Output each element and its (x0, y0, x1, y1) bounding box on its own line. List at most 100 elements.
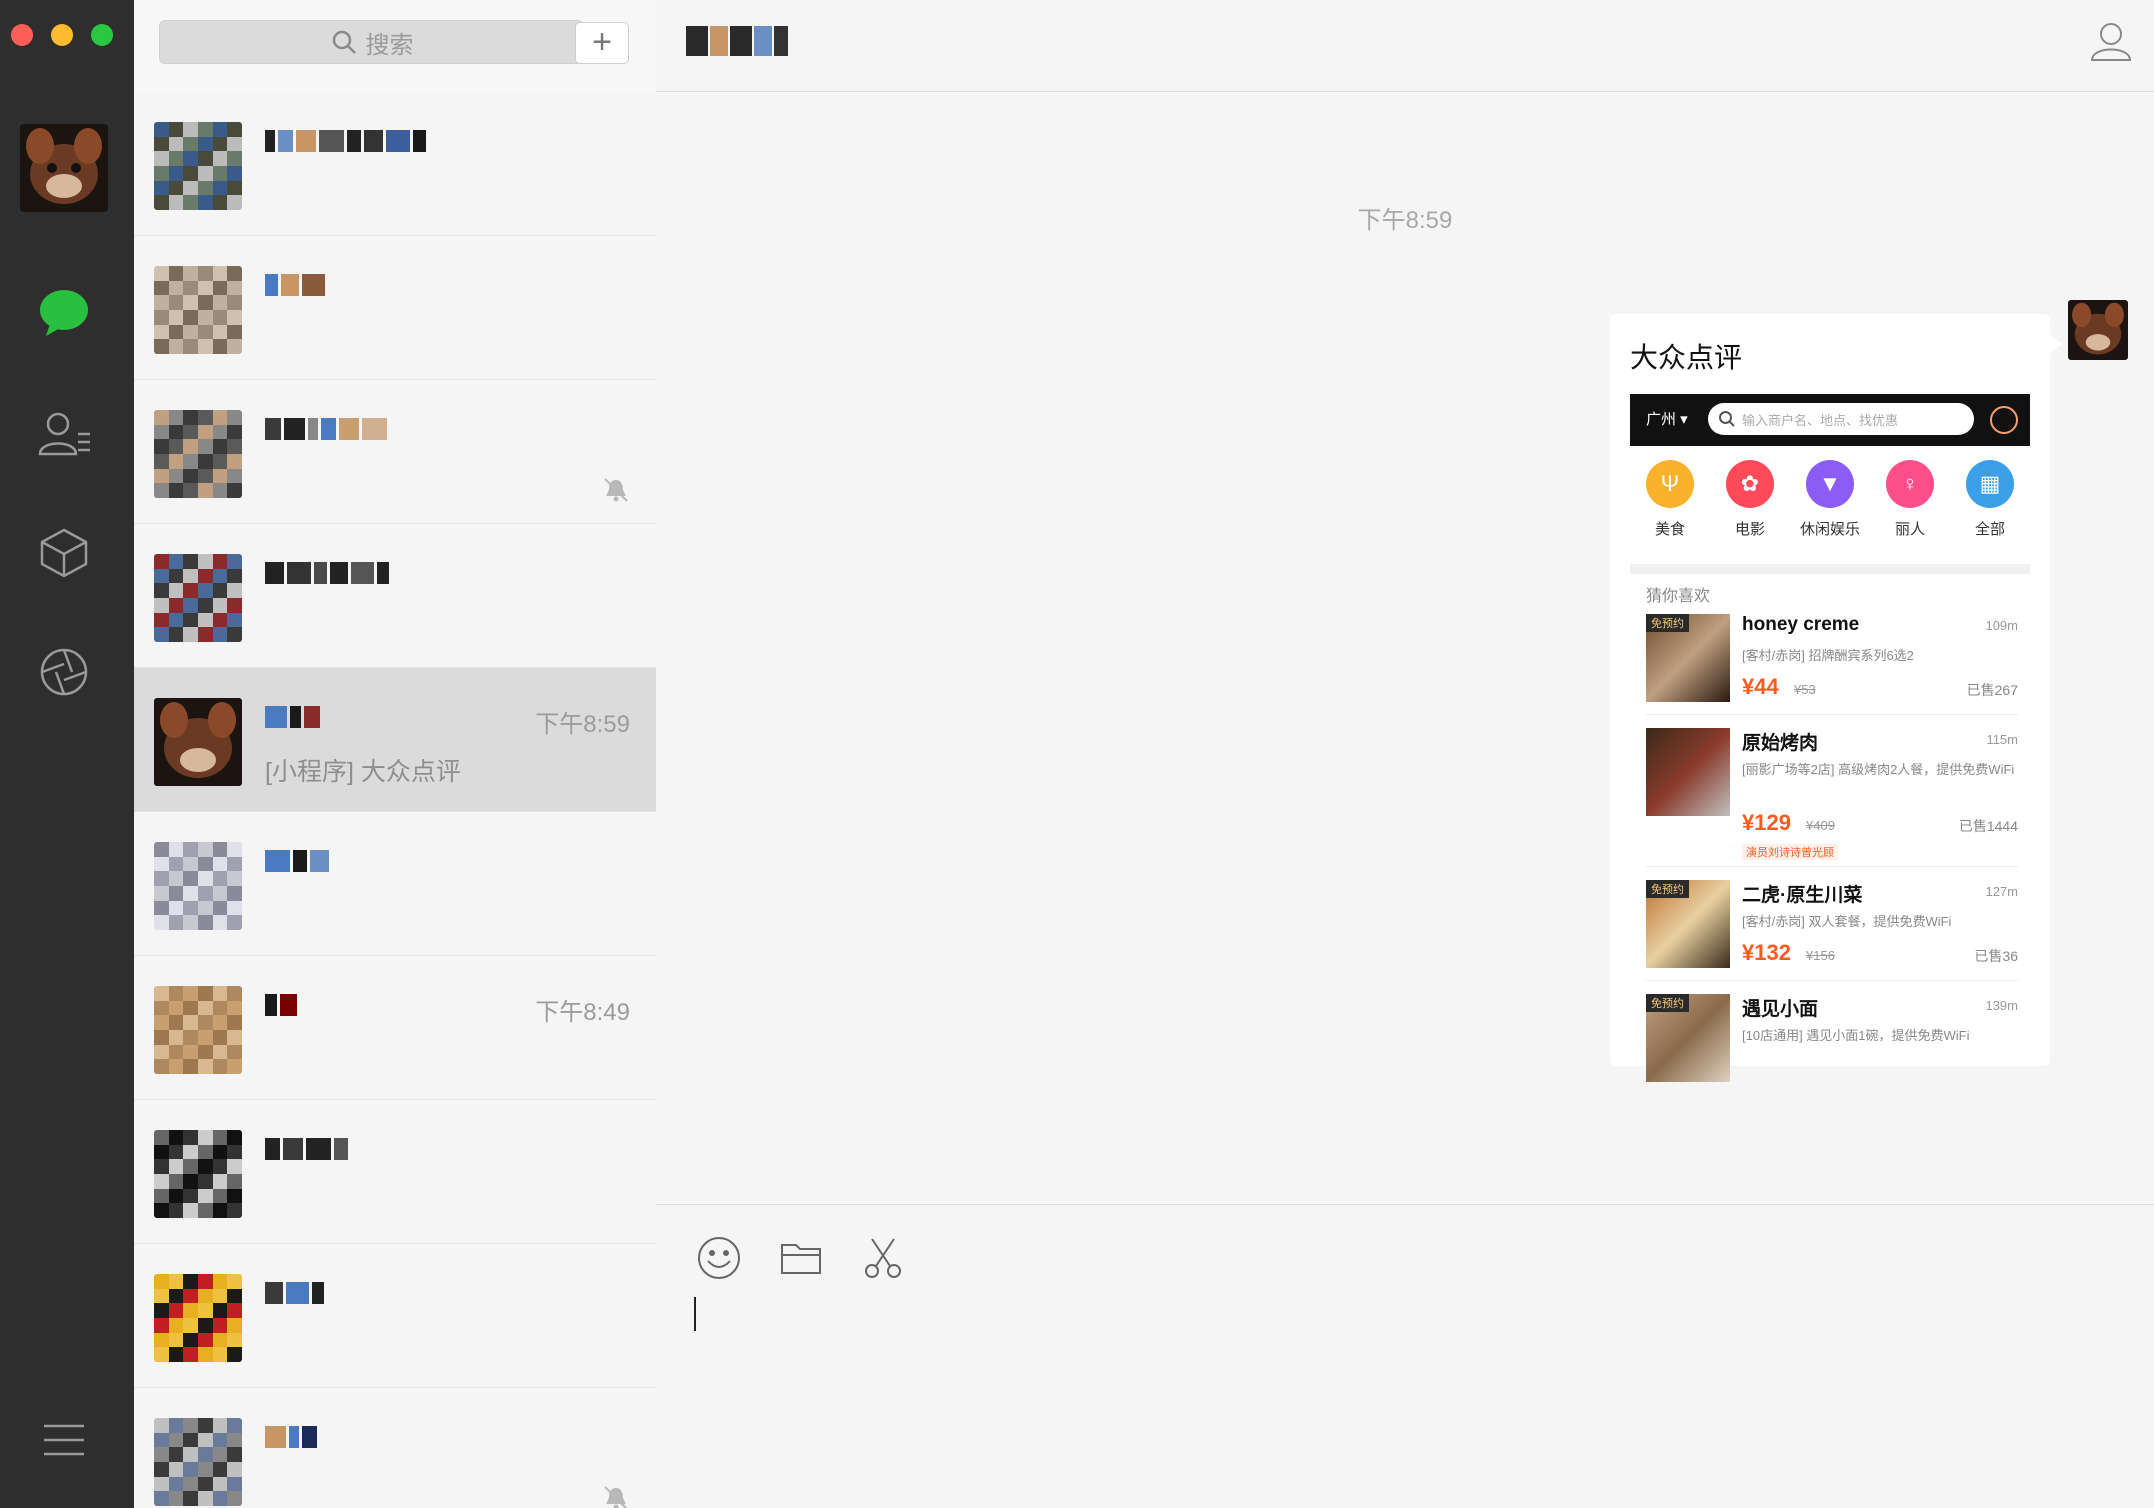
chat-list-item[interactable] (134, 1244, 656, 1388)
section-divider (1630, 564, 2030, 574)
text-input-caret[interactable] (694, 1297, 696, 1331)
mini-program-card[interactable]: 大众点评 广州 ▾ 输入商户名、地点、找优惠 Ψ 美食 ✿ 电影 ▼ 休闲娱乐 ♀ 丽人 ▦ 全部… (1610, 314, 2062, 1082)
chat-preview: [小程序] 大众点评 (265, 758, 461, 786)
card-title: 大众点评 (1630, 342, 1743, 373)
category-item[interactable]: ▦ 全部 (1952, 460, 2028, 539)
chat-name (265, 416, 387, 442)
category-label: 美食 (1654, 521, 1685, 538)
mute-bell-icon (604, 478, 628, 502)
close-window-button[interactable] (11, 24, 33, 46)
chat-time: 下午8:49 (535, 999, 630, 1026)
deal-original-price: ¥156 (1806, 948, 1835, 963)
chat-name (265, 1136, 348, 1162)
deal-badge: 免预约 (1646, 880, 1689, 898)
composer[interactable] (656, 1204, 2154, 1508)
chat-info-icon[interactable] (2088, 18, 2134, 64)
add-chat-button[interactable]: + (575, 22, 629, 64)
folder-icon[interactable] (778, 1235, 824, 1281)
sidebar-rail (0, 0, 134, 1508)
favorites-icon[interactable] (32, 520, 96, 584)
chat-list-item[interactable] (134, 380, 656, 524)
chat-list-item[interactable] (134, 524, 656, 668)
chat-list-item[interactable] (134, 812, 656, 956)
minimize-window-button[interactable] (51, 24, 73, 46)
menu-icon[interactable] (32, 1408, 96, 1472)
scissors-icon[interactable] (860, 1235, 906, 1281)
deal-item[interactable]: 原始烤肉 115m [丽影广场等2店] 高级烤肉2人餐，提供免费WiFi ¥129 ¥4… (1646, 728, 2018, 867)
deal-price: ¥132 (1742, 940, 1791, 965)
lady-icon: ♀ (1886, 460, 1934, 508)
category-label: 丽人 (1894, 521, 1925, 538)
chat-avatar (154, 122, 242, 210)
search-input[interactable]: 搜索 (159, 20, 584, 64)
deal-distance: 127m (1985, 884, 2018, 899)
chat-icon[interactable] (32, 280, 96, 344)
film-reel-icon: ✿ (1726, 460, 1774, 508)
chat-list-item[interactable] (134, 92, 656, 236)
contacts-icon[interactable] (32, 402, 96, 466)
search-icon (1719, 411, 1735, 427)
deal-original-price: ¥409 (1806, 818, 1835, 833)
moments-icon[interactable] (32, 640, 96, 704)
chat-name (265, 992, 297, 1018)
deal-thumbnail: 免预约 (1646, 880, 1730, 968)
deal-description: [10店通用] 遇见小面1碗，提供免费WiFi (1742, 1028, 1970, 1043)
deal-sold-count: 已售1444 (1958, 818, 2018, 834)
cocktail-icon: ▼ (1806, 460, 1854, 508)
chat-name (265, 704, 320, 730)
city-selector[interactable]: 广州 ▾ (1646, 408, 1688, 429)
chat-avatar (154, 554, 242, 642)
chat-list-item[interactable] (134, 1388, 656, 1508)
category-item[interactable]: ♀ 丽人 (1872, 460, 1948, 539)
city-label: 广州 (1646, 411, 1677, 428)
deal-thumbnail: 免预约 (1646, 994, 1730, 1082)
deal-tag: 演员刘诗诗曾光顾 (1742, 844, 1838, 860)
chat-time: 下午8:59 (535, 711, 630, 738)
conversation-list: 搜索 + 下午8:59 [小程序] 大众点评下午8:49 (134, 0, 656, 1508)
mini-program-search[interactable]: 输入商户名、地点、找优惠 (1708, 403, 1974, 435)
chat-list-item[interactable]: 下午8:49 (134, 956, 656, 1100)
deal-name: 二虎·原生川菜 (1742, 885, 1863, 906)
deal-thumbnail (1646, 728, 1730, 816)
chat-name (265, 128, 426, 154)
user-avatar[interactable] (20, 124, 108, 212)
chat-avatar (154, 410, 242, 498)
deal-price: ¥44 (1742, 674, 1779, 699)
chat-avatar (154, 266, 242, 354)
category-item[interactable]: ▼ 休闲娱乐 (1792, 460, 1868, 539)
chat-list-item[interactable] (134, 1100, 656, 1244)
mini-program-user-icon[interactable] (1990, 406, 2018, 434)
zoom-window-button[interactable] (91, 24, 113, 46)
deal-separator (1646, 714, 2018, 715)
deal-description: [客村/赤岗] 双人套餐，提供免费WiFi (1742, 914, 1952, 929)
chat-list-item[interactable]: 下午8:59 [小程序] 大众点评 (134, 668, 656, 812)
chat-name (265, 560, 389, 586)
chat-avatar (154, 1418, 242, 1506)
deal-distance: 115m (1986, 732, 2018, 747)
search-icon (332, 30, 356, 54)
deal-distance: 109m (1985, 618, 2018, 633)
category-item[interactable]: Ψ 美食 (1632, 460, 1708, 539)
deal-item[interactable]: 免预约 遇见小面 139m [10店通用] 遇见小面1碗，提供免费WiFi (1646, 994, 2018, 1094)
chat-name (265, 848, 329, 874)
emoji-icon[interactable] (696, 1235, 742, 1281)
sender-avatar[interactable] (2068, 300, 2128, 360)
deal-badge: 免预约 (1646, 614, 1689, 632)
chat-header (656, 0, 2154, 92)
search-bar: 搜索 + (134, 0, 656, 92)
deal-separator (1646, 866, 2018, 867)
category-label: 休闲娱乐 (1799, 521, 1860, 538)
message-area: 下午8:59 大众点评 广州 ▾ 输入商户名、地点、找优惠 Ψ 美食 ✿ 电影 ▼ 休闲娱… (656, 92, 2154, 1204)
deal-distance: 139m (1985, 998, 2018, 1013)
deal-thumbnail: 免预约 (1646, 614, 1730, 702)
chat-list-item[interactable] (134, 236, 656, 380)
deal-description: [丽影广场等2店] 高级烤肉2人餐，提供免费WiFi (1742, 762, 2015, 777)
deal-sold-count: 已售36 (1974, 948, 2018, 964)
deal-badge: 免预约 (1646, 994, 1689, 1012)
deal-item[interactable]: 免预约 二虎·原生川菜 127m [客村/赤岗] 双人套餐，提供免费WiFi ¥132 ¥… (1646, 880, 2018, 981)
category-item[interactable]: ✿ 电影 (1712, 460, 1788, 539)
category-label: 全部 (1974, 521, 2005, 538)
chat-avatar (154, 1274, 242, 1362)
deal-item[interactable]: 免预约 honey creme 109m [客村/赤岗] 招牌酬宾系列6选2 ¥44 ¥5… (1646, 614, 2018, 715)
deal-original-price: ¥53 (1794, 682, 1816, 697)
